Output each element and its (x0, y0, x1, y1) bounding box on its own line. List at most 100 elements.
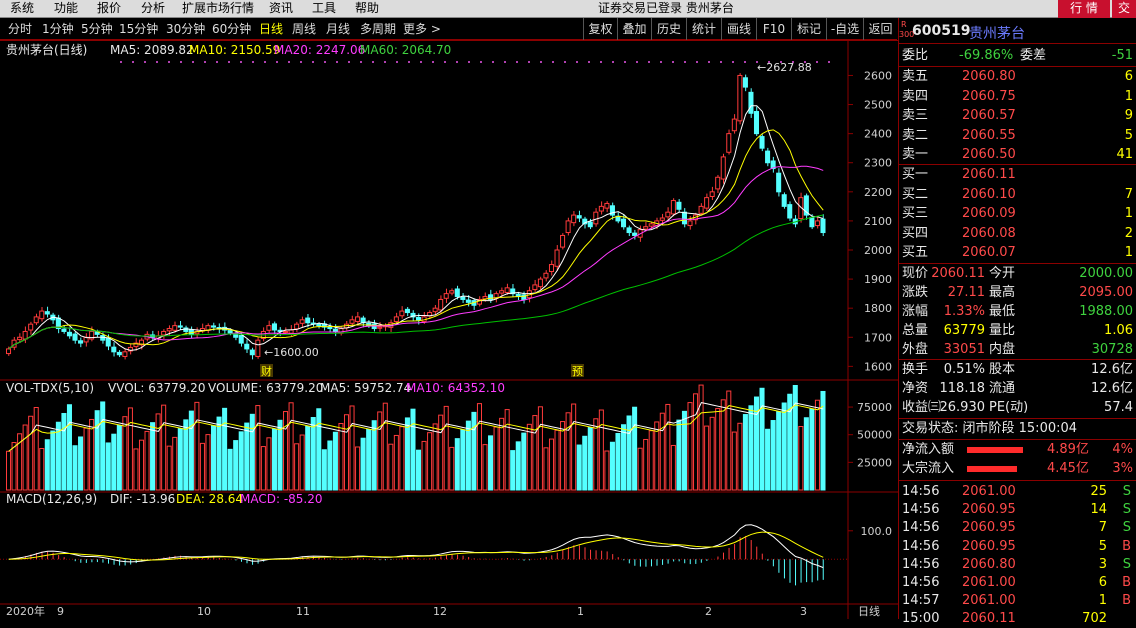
candle (432, 307, 438, 313)
volume-bar (454, 438, 460, 491)
dot (228, 61, 230, 63)
bid-row: 买四 2060.08 2 (902, 225, 1133, 241)
volume-bar (648, 430, 654, 491)
menu-item-tools[interactable]: 工具 (312, 1, 336, 16)
weibi-row: 委比 -69.86% 委差 -51 (902, 48, 1133, 63)
volume-bar (72, 445, 78, 491)
candle (704, 197, 710, 209)
vol-tick-label: 25000 (857, 456, 892, 469)
volume-bar (593, 418, 599, 491)
dot (348, 61, 350, 63)
statistics-button[interactable]: 统计 (686, 18, 721, 40)
quote-panel: R 300 600519 贵州茅台 委比 -69.86% 委差 -51 卖五 2… (898, 18, 1136, 626)
draw-button[interactable]: 画线 (721, 18, 756, 40)
candle (443, 293, 449, 299)
candle (560, 234, 566, 248)
tab-multi-period[interactable]: 多周期 (360, 22, 396, 36)
menu-item-news[interactable]: 资讯 (269, 1, 293, 16)
trade-button[interactable]: 交 (1112, 0, 1136, 18)
tab-weekly[interactable]: 周线 (292, 22, 316, 36)
tab-30min[interactable]: 30分钟 (166, 22, 205, 36)
volume-bar (211, 425, 217, 491)
menu-item-system[interactable]: 系统 (10, 1, 34, 16)
mark-forecast: 预 (572, 365, 583, 378)
dot (384, 61, 386, 63)
dot (144, 61, 146, 63)
candle (122, 351, 128, 357)
volume-bar (681, 410, 687, 491)
candle (537, 278, 543, 288)
volume-bar (28, 415, 34, 491)
dot (516, 61, 518, 63)
candle (670, 200, 676, 215)
tab-1min[interactable]: 1分钟 (42, 22, 74, 36)
volume-bar (388, 443, 394, 491)
tab-intraday[interactable]: 分时 (8, 22, 32, 36)
candle (33, 316, 39, 324)
bid-row: 买三 2060.09 1 (902, 206, 1133, 221)
volume-bar (83, 427, 89, 491)
tab-daily[interactable]: 日线 (259, 22, 283, 36)
dot (420, 61, 422, 63)
macd-value: MACD: -85.20 (240, 492, 323, 506)
candle (438, 298, 444, 311)
menu-item-help[interactable]: 帮助 (355, 1, 379, 16)
volume-bar (565, 412, 571, 491)
x-axis-label: 11 (296, 605, 310, 618)
volume-bar (244, 422, 250, 491)
mark-button[interactable]: 标记 (791, 18, 826, 40)
tab-monthly[interactable]: 月线 (326, 22, 350, 36)
volume-bar (410, 408, 416, 491)
stat-row: 收益㈢ 26.930 PE(动) 57.4 (902, 400, 1133, 415)
menu-item-function[interactable]: 功能 (54, 1, 78, 16)
candle (349, 319, 355, 324)
history-button[interactable]: 历史 (651, 18, 686, 40)
price-tick-label: 1900 (864, 273, 892, 286)
volume-bar (305, 425, 311, 491)
volume-bar (33, 407, 39, 491)
ma20-value: MA20: 2247.06 (274, 43, 366, 57)
candle (665, 211, 671, 218)
menu-item-analysis[interactable]: 分析 (141, 1, 165, 16)
candle (377, 326, 383, 329)
candle (271, 323, 277, 331)
candle (288, 329, 294, 334)
adjust-button[interactable]: 复权 (583, 18, 617, 40)
candle (820, 218, 826, 234)
volume-bar (803, 417, 809, 491)
volume-bar (255, 405, 261, 491)
tab-5min[interactable]: 5分钟 (81, 22, 113, 36)
dot (540, 61, 542, 63)
back-button[interactable]: 返回 (863, 18, 897, 40)
volume-bar (526, 423, 532, 491)
volume-bar (172, 436, 178, 491)
dot (288, 61, 290, 63)
volume-bar (792, 384, 798, 491)
menu-item-extended-market[interactable]: 扩展市场行情 (182, 1, 254, 16)
volume-bar (609, 441, 615, 491)
volume-bar (443, 405, 449, 491)
dot (252, 61, 254, 63)
volume-bar (665, 403, 671, 491)
watchlist-remove-button[interactable]: -自选 (826, 18, 863, 40)
volume-bar (166, 445, 172, 491)
dot (444, 61, 446, 63)
volume-bar (11, 442, 17, 491)
vvol-value: VVOL: 63779.20 (108, 381, 206, 395)
f10-button[interactable]: F10 (756, 18, 791, 40)
kline-chart[interactable]: 2600 2500 2400 2300 2200 2100 2000 1900 1800 1700… (0, 40, 898, 619)
candle (39, 310, 45, 320)
candle (61, 328, 67, 332)
price-tick-label: 1700 (864, 331, 892, 344)
tab-15min[interactable]: 15分钟 (119, 22, 158, 36)
tab-more[interactable]: 更多 > (403, 22, 441, 36)
volume-bar (698, 384, 704, 491)
volume-bar (89, 418, 95, 491)
volume-bar (798, 426, 804, 491)
candle (576, 215, 582, 219)
tab-60min[interactable]: 60分钟 (212, 22, 251, 36)
volume-bar (343, 414, 350, 491)
quote-mode-button[interactable]: 行 情 (1058, 0, 1110, 18)
overlay-button[interactable]: 叠加 (617, 18, 651, 40)
menu-item-quote[interactable]: 报价 (97, 1, 121, 16)
